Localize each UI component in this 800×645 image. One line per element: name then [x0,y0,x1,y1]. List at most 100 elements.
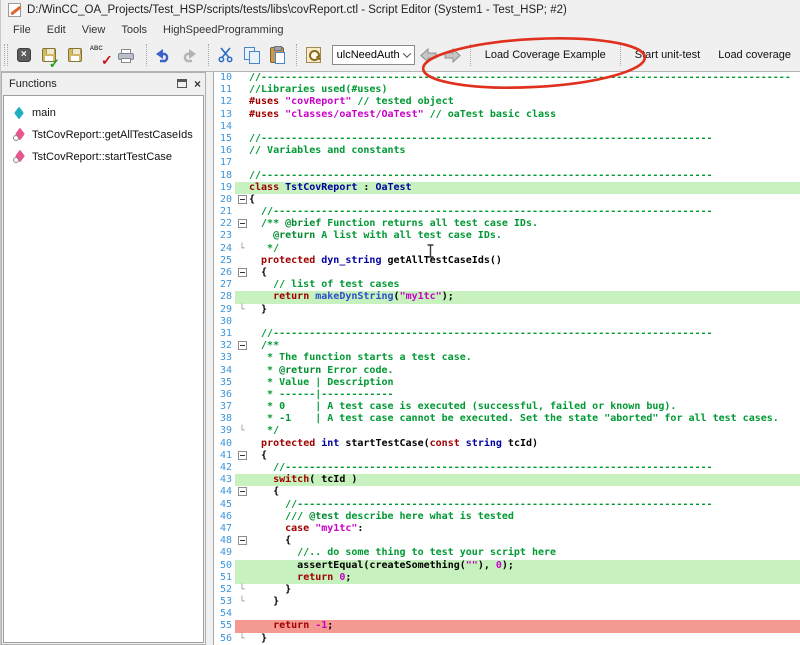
code-line[interactable]: 42 //-----------------------------------… [214,462,800,474]
code-line[interactable]: 30 [214,316,800,328]
code-line[interactable]: 29└ } [214,304,800,316]
code-line[interactable]: 10//------------------------------------… [214,72,800,84]
code-line[interactable]: 19class TstCovReport : OaTest [214,182,800,194]
code-line[interactable]: 12#uses "covReport" // tested object [214,96,800,108]
code-line[interactable]: 11//Libraries used(#uses) [214,84,800,96]
code-line[interactable]: 15//------------------------------------… [214,133,800,145]
code-line[interactable]: 18//------------------------------------… [214,170,800,182]
fold-marker[interactable]: └ [235,584,249,596]
code-line[interactable]: 23 @return A list with all test case IDs… [214,230,800,242]
menu-item-edit[interactable]: Edit [39,22,74,38]
line-number: 20 [214,194,235,206]
code-line[interactable]: 54 [214,608,800,620]
find-button[interactable] [302,42,325,68]
code-line[interactable]: 46 /// @test describe here what is teste… [214,511,800,523]
code-line[interactable]: 51 return 0; [214,572,800,584]
code-line[interactable]: 26 { [214,267,800,279]
code-line[interactable]: 38 * -1 | A test case cannot be executed… [214,413,800,425]
code-line[interactable]: 14 [214,121,800,133]
code-line[interactable]: 13#uses "classes/oaTest/OaTest" // oaTes… [214,109,800,121]
code-line[interactable]: 43 switch( tcId ) [214,474,800,486]
code-line[interactable]: 36 * ------|------------ [214,389,800,401]
code-line[interactable]: 39└ */ [214,425,800,437]
code-line[interactable]: 34 * @return Error code. [214,365,800,377]
copy-button[interactable] [240,42,263,68]
fold-marker[interactable]: └ [235,304,249,316]
menu-item-view[interactable]: View [74,22,114,38]
code-line[interactable]: 40 protected int startTestCase(const str… [214,438,800,450]
code-line[interactable]: 22 /** @brief Function returns all test … [214,218,800,230]
fold-gutter [235,96,249,108]
line-number: 37 [214,401,235,413]
menu-item-file[interactable]: File [5,22,39,38]
fold-marker[interactable]: └ [235,425,249,437]
fold-marker[interactable] [235,450,249,462]
fold-marker[interactable] [235,486,249,498]
code-line[interactable]: 20{ [214,194,800,206]
code-line[interactable]: 41 { [214,450,800,462]
navigate-back-button[interactable] [419,43,440,67]
load-coverage-example-button[interactable]: Load Coverage Example [476,44,615,66]
code-line[interactable]: 47 case "my1tc": [214,523,800,535]
float-panel-icon[interactable] [177,79,187,88]
close-panel-icon[interactable]: × [194,79,201,89]
code-line[interactable]: 52└ } [214,584,800,596]
code-line[interactable]: 24└ */ [214,243,800,255]
fold-marker[interactable] [235,340,249,352]
load-coverage-button[interactable]: Load coverage [709,44,800,66]
code-line[interactable]: 27 // list of test cases [214,279,800,291]
menu-item-highspeedprogramming[interactable]: HighSpeedProgramming [155,22,291,38]
undo-button[interactable] [152,42,175,68]
code-line[interactable]: 33 * The function starts a test case. [214,352,800,364]
print-button[interactable] [115,42,138,68]
line-number: 12 [214,96,235,108]
fold-marker[interactable]: └ [235,633,249,645]
fold-marker[interactable] [235,194,249,206]
code-line[interactable]: 35 * Value | Description [214,377,800,389]
code-text: protected dyn_string getAllTestCaseIds() [249,255,800,267]
code-line[interactable]: 37 * 0 | A test case is executed (succes… [214,401,800,413]
code-line[interactable]: 28 return makeDynString("my1tc"); [214,291,800,303]
code-line[interactable]: 17 [214,157,800,169]
code-line[interactable]: 21 //-----------------------------------… [214,206,800,218]
code-line[interactable]: 48 { [214,535,800,547]
start-unit-test-button[interactable]: Start unit-test [626,44,709,66]
cut-button[interactable] [214,42,237,68]
code-line[interactable]: 25 protected dyn_string getAllTestCaseId… [214,255,800,267]
line-number: 31 [214,328,235,340]
title-bar: D:/WinCC_OA_Projects/Test_HSP/scripts/te… [1,0,800,20]
code-text: protected int startTestCase(const string… [249,438,800,450]
code-line[interactable]: 31 //-----------------------------------… [214,328,800,340]
exit-editor-button[interactable]: × [12,42,35,68]
code-line[interactable]: 50 assertEqual(createSomething(""), 0); [214,560,800,572]
function-list-item[interactable]: TstCovReport::getAllTestCaseIds [4,124,203,146]
function-list-item[interactable]: TstCovReport::startTestCase [4,146,203,168]
save-button[interactable] [64,42,87,68]
code-line[interactable]: 56└ } [214,633,800,645]
code-line[interactable]: 53└ } [214,596,800,608]
panel-splitter[interactable] [206,72,213,645]
toolbar-grip[interactable] [4,44,8,66]
search-combobox[interactable]: ulcNeedAuth [332,45,415,65]
navigate-forward-button[interactable] [442,43,463,67]
code-editor[interactable]: 10//------------------------------------… [213,72,800,645]
chevron-down-icon[interactable] [400,46,414,64]
paste-button[interactable] [265,42,288,68]
syntax-check-button[interactable]: ABC✓ [89,42,112,68]
fold-marker[interactable] [235,535,249,547]
code-line[interactable]: 44 { [214,486,800,498]
code-line[interactable]: 49 //.. do some thing to test your scrip… [214,547,800,559]
code-line[interactable]: 45 //-----------------------------------… [214,499,800,511]
fold-marker[interactable]: └ [235,243,249,255]
code-line[interactable]: 32 /** [214,340,800,352]
code-line[interactable]: 55 return -1; [214,620,800,632]
redo-button[interactable] [177,42,200,68]
functions-panel-header[interactable]: Functions × [2,73,205,94]
fold-marker[interactable] [235,218,249,230]
fold-marker[interactable]: └ [235,596,249,608]
function-list-item[interactable]: main [4,102,203,124]
fold-marker[interactable] [235,267,249,279]
code-line[interactable]: 16// Variables and constants [214,145,800,157]
save-and-check-button[interactable]: ✓ [38,42,61,68]
menu-item-tools[interactable]: Tools [113,22,155,38]
